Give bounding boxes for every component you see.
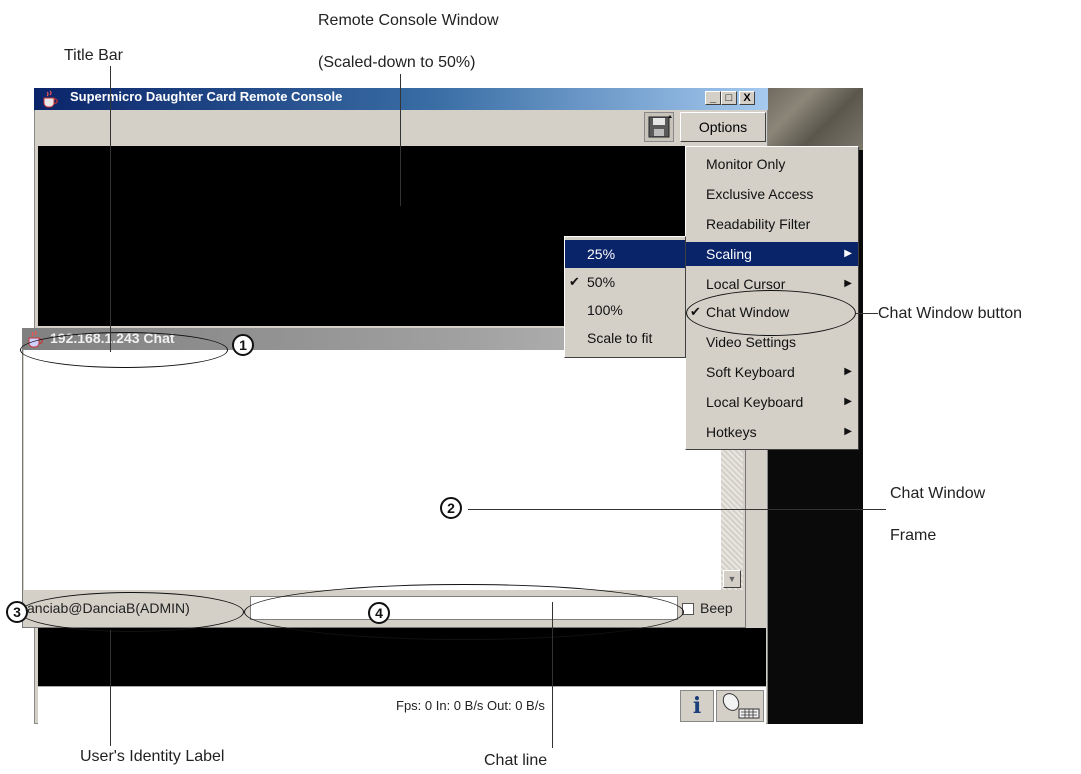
annotation-chat-window-frame-2: Frame (890, 527, 937, 544)
submenu-arrow-icon: ▶ (844, 366, 852, 377)
close-button[interactable]: X (739, 91, 755, 105)
menu-item-scaling[interactable]: Scaling ▶ (686, 242, 858, 266)
submenu-item-50-[interactable]: ✔ 50% (565, 268, 685, 296)
chat-message-area[interactable] (24, 350, 721, 590)
minimize-button[interactable]: _ (705, 91, 721, 105)
badge-3: 3 (6, 601, 28, 623)
submenu-arrow-icon: ▶ (844, 426, 852, 437)
save-button[interactable] (644, 112, 674, 142)
title-bar-leader-line (110, 66, 111, 352)
submenu-item-scale-to-fit[interactable]: Scale to fit (565, 324, 685, 352)
submenu-arrow-icon: ▶ (844, 278, 852, 289)
menu-item-label: Local Keyboard (706, 394, 804, 410)
menu-item-label: Scaling (706, 246, 752, 262)
menu-item-monitor-only[interactable]: Monitor Only (686, 152, 858, 176)
options-button[interactable]: Options (680, 112, 766, 142)
identity-label-ellipse (20, 592, 244, 632)
chat-frame-leader-line (468, 509, 886, 510)
floppy-disk-icon (648, 115, 672, 138)
badge-1: 1 (232, 334, 254, 356)
chat-line-ellipse (244, 584, 684, 640)
submenu-item-100-[interactable]: 100% (565, 296, 685, 324)
menu-item-label: Hotkeys (706, 424, 757, 440)
mouse-keyboard-icon (722, 693, 760, 719)
annotation-chat-window-button: Chat Window button (878, 305, 1023, 322)
background-photo (768, 88, 863, 150)
annotation-remote-console-sub: (Scaled-down to 50%) (318, 54, 476, 71)
title-bar-ellipse (20, 332, 228, 368)
submenu-item-25-[interactable]: 25% (565, 240, 685, 268)
chat-window-button-leader-line (856, 313, 878, 314)
menu-item-readability-filter[interactable]: Readability Filter (686, 212, 858, 236)
annotation-title-bar: Title Bar (64, 47, 123, 64)
menu-item-label: Monitor Only (706, 156, 786, 172)
scroll-down-button[interactable]: ▼ (723, 570, 741, 588)
menu-item-label: Readability Filter (706, 216, 811, 232)
badge-4: 4 (368, 602, 390, 624)
chat-window-button-ellipse (686, 290, 856, 336)
check-icon: ✔ (569, 274, 580, 289)
menu-item-label: Soft Keyboard (706, 364, 795, 380)
badge-2: 2 (440, 497, 462, 519)
menu-item-soft-keyboard[interactable]: Soft Keyboard ▶ (686, 360, 858, 384)
menu-item-label: Exclusive Access (706, 186, 814, 202)
remote-console-leader-line (400, 74, 401, 206)
identity-leader-line (110, 630, 111, 746)
menu-item-local-keyboard[interactable]: Local Keyboard ▶ (686, 390, 858, 414)
annotation-chat-line: Chat line (484, 752, 548, 769)
beep-label: Beep (700, 600, 733, 616)
annotation-chat-window-frame-1: Chat Window (890, 485, 986, 502)
info-icon: i (692, 693, 702, 719)
maximize-button[interactable]: □ (721, 91, 737, 105)
submenu-item-label: 100% (587, 302, 623, 318)
menu-item-hotkeys[interactable]: Hotkeys ▶ (686, 420, 858, 444)
submenu-item-label: Scale to fit (587, 330, 653, 346)
submenu-item-label: 25% (587, 246, 616, 262)
annotation-users-identity-label: User's Identity Label (80, 748, 225, 765)
status-text: Fps: 0 In: 0 B/s Out: 0 B/s (396, 698, 545, 713)
submenu-item-label: 50% (587, 274, 616, 290)
mouse-keyboard-button[interactable] (716, 690, 764, 722)
info-button[interactable]: i (680, 690, 714, 722)
submenu-arrow-icon: ▶ (844, 396, 852, 407)
chat-line-leader-line (552, 602, 553, 748)
menu-item-exclusive-access[interactable]: Exclusive Access (686, 182, 858, 206)
annotation-remote-console-title: Remote Console Window (318, 12, 499, 29)
submenu-arrow-icon: ▶ (844, 248, 852, 259)
java-cup-icon (40, 90, 62, 108)
